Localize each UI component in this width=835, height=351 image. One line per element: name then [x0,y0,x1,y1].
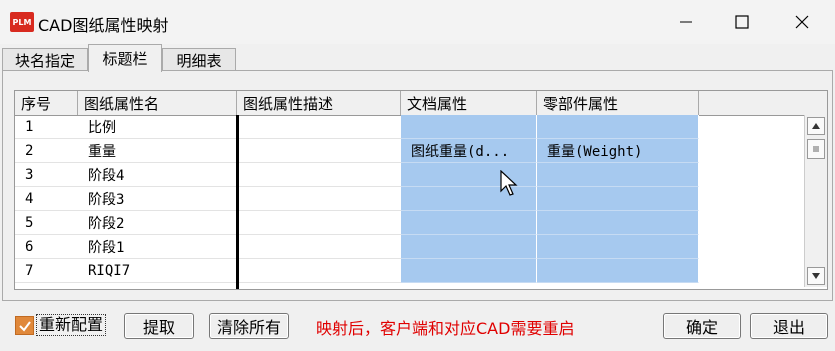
vertical-scrollbar[interactable] [804,115,827,287]
reconfigure-label[interactable]: 重新配置 [36,314,107,336]
restart-notice: 映射后，客户端和对应CAD需要重启 [316,319,575,338]
row-index: 1 [15,115,78,139]
attr-name-cell[interactable]: 阶段1 [78,235,237,259]
part-attr-cell[interactable]: 重量(Weight) [537,139,699,163]
attr-desc-cell[interactable] [239,235,401,259]
scroll-thumb[interactable] [807,139,825,159]
footer-bar: 重新配置 提取 清除所有 映射后，客户端和对应CAD需要重启 确定 退出 [0,305,835,345]
table-row[interactable]: 1 比例 [15,115,805,139]
down-arrow-icon [812,273,820,279]
reconfigure-checkbox[interactable] [15,316,34,335]
attr-desc-cell[interactable] [239,211,401,235]
col-header-doc-attr[interactable]: 文档属性 [401,91,537,115]
checkmark-icon [18,320,31,332]
scroll-down-button[interactable] [807,267,825,285]
attr-desc-cell[interactable] [239,259,401,283]
minimize-button[interactable] [672,9,700,35]
maximize-button[interactable] [728,9,756,35]
attribute-grid[interactable]: 序号 图纸属性名 图纸属性描述 文档属性 零部件属性 1 比例 2 重量 图纸重… [14,90,828,290]
attr-name-cell[interactable]: 阶段2 [78,211,237,235]
grip-icon [813,146,819,152]
grid-header: 序号 图纸属性名 图纸属性描述 文档属性 零部件属性 [15,91,827,116]
table-row[interactable]: 3 阶段4 [15,163,805,187]
tab-block-name[interactable]: 块名指定 [2,48,88,72]
tab-title-block[interactable]: 标题栏 [88,44,162,72]
row-index: 7 [15,259,78,283]
row-index: 6 [15,235,78,259]
maximize-icon [735,15,749,29]
window-title: CAD图纸属性映射 [38,16,169,35]
doc-attr-cell[interactable] [401,235,537,259]
attr-desc-cell[interactable] [239,187,401,211]
doc-attr-cell[interactable] [401,259,537,283]
table-row[interactable]: 7 RIQI7 [15,259,805,283]
tab-bar: 块名指定 标题栏 明细表 [0,44,835,72]
tab-panel: 序号 图纸属性名 图纸属性描述 文档属性 零部件属性 1 比例 2 重量 图纸重… [2,70,833,301]
table-row[interactable]: 6 阶段1 [15,235,805,259]
scroll-up-button[interactable] [807,117,825,135]
col-header-part-attr[interactable]: 零部件属性 [537,91,699,115]
attr-desc-cell[interactable] [239,163,401,187]
minimize-icon [680,21,692,23]
ok-button[interactable]: 确定 [663,313,741,339]
row-index: 4 [15,187,78,211]
table-row[interactable]: 4 阶段3 [15,187,805,211]
doc-attr-cell[interactable] [401,115,537,139]
col-header-attr-name[interactable]: 图纸属性名 [78,91,237,115]
extract-button[interactable]: 提取 [124,313,194,339]
tab-detail-list[interactable]: 明细表 [162,48,236,72]
row-index: 2 [15,139,78,163]
part-attr-cell[interactable] [537,259,699,283]
part-attr-cell[interactable] [537,115,699,139]
clear-all-button[interactable]: 清除所有 [209,313,289,339]
doc-attr-cell[interactable]: 图纸重量(d... [401,139,537,163]
close-button[interactable] [788,9,816,35]
col-header-attr-desc[interactable]: 图纸属性描述 [237,91,401,115]
col-header-index[interactable]: 序号 [15,91,78,115]
part-attr-cell[interactable] [537,187,699,211]
attr-name-cell[interactable]: 重量 [78,139,237,163]
close-icon [795,15,809,29]
table-row[interactable]: 5 阶段2 [15,211,805,235]
title-bar: PLM CAD图纸属性映射 [0,0,835,44]
part-attr-cell[interactable] [537,235,699,259]
attr-desc-cell[interactable] [239,115,401,139]
up-arrow-icon [812,123,820,129]
row-index: 5 [15,211,78,235]
column-divider [236,115,239,289]
table-row[interactable]: 2 重量 图纸重量(d... 重量(Weight) [15,139,805,163]
attr-desc-cell[interactable] [239,139,401,163]
part-attr-cell[interactable] [537,211,699,235]
attr-name-cell[interactable]: 比例 [78,115,237,139]
row-index: 3 [15,163,78,187]
plm-app-icon: PLM [10,12,34,32]
part-attr-cell[interactable] [537,163,699,187]
exit-button[interactable]: 退出 [750,313,828,339]
attr-name-cell[interactable]: 阶段3 [78,187,237,211]
attr-name-cell[interactable]: RIQI7 [78,259,237,283]
doc-attr-cell[interactable] [401,211,537,235]
mouse-cursor-icon [500,170,518,196]
attr-name-cell[interactable]: 阶段4 [78,163,237,187]
